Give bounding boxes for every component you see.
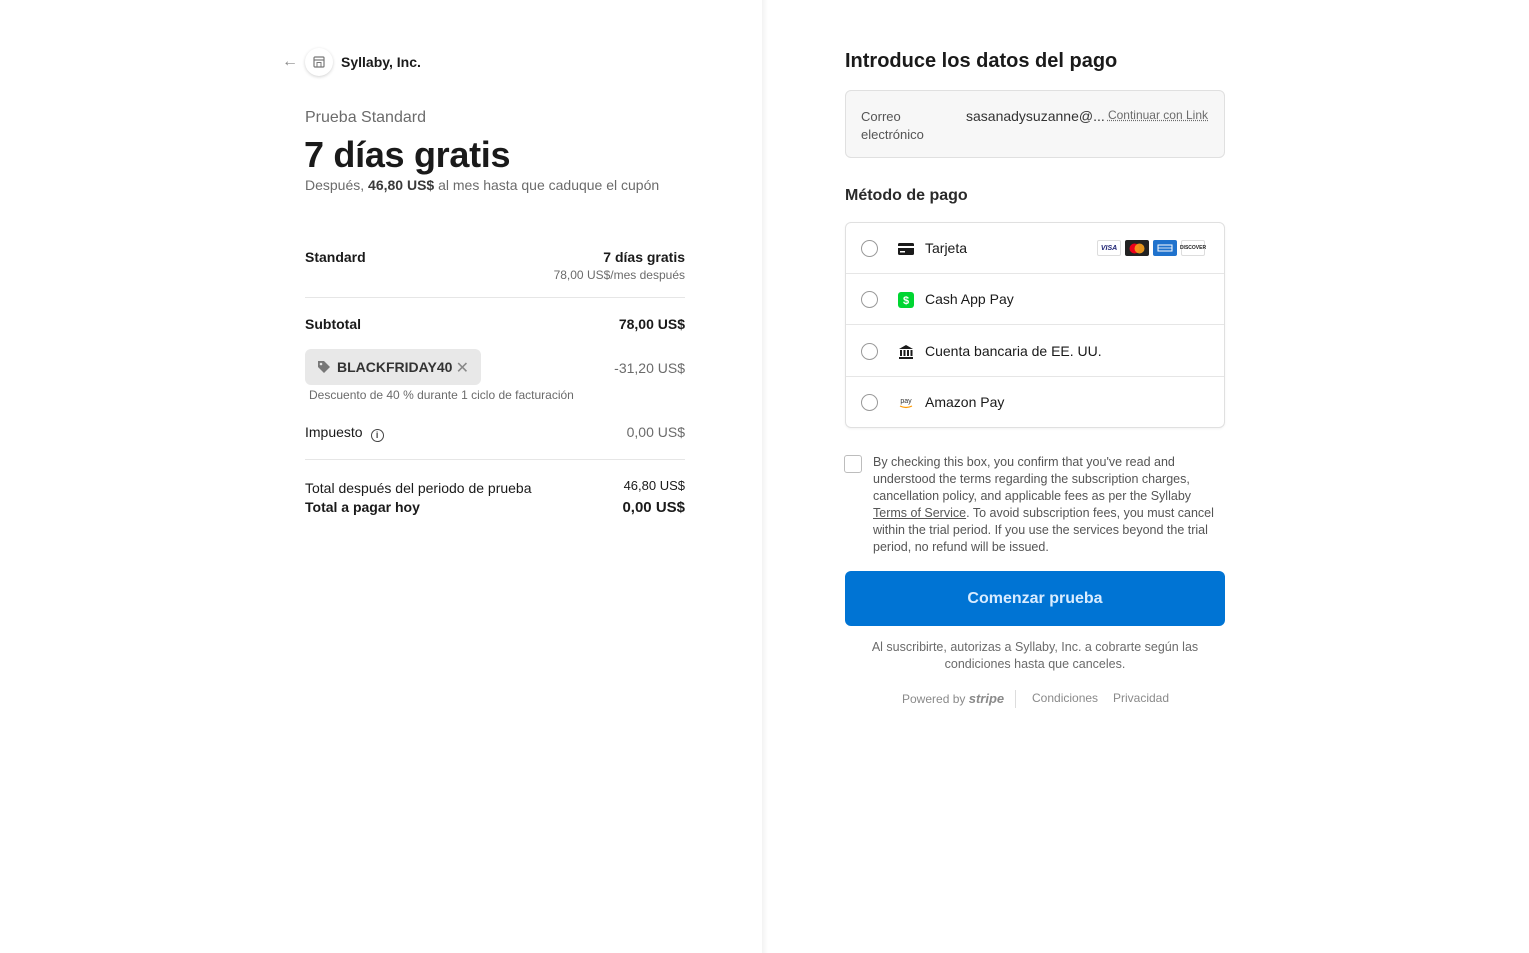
- discount-description: Descuento de 40 % durante 1 ciclo de fac…: [309, 388, 574, 402]
- line-item-price: 7 días gratis: [603, 249, 685, 265]
- tax-label: Impuesto: [305, 424, 363, 440]
- product-name: Prueba Standard: [305, 109, 426, 126]
- terms-of-service-link[interactable]: Terms of Service: [873, 506, 966, 520]
- total-after-trial-label: Total después del periodo de prueba: [305, 480, 532, 496]
- back-arrow-icon[interactable]: ←: [282, 53, 300, 71]
- method-label: Amazon Pay: [925, 394, 1005, 410]
- discount-value: -31,20 US$: [614, 360, 685, 376]
- total-after-trial-value: 46,80 US$: [623, 478, 685, 493]
- payment-method-cash-app[interactable]: $ Cash App Pay: [846, 274, 1224, 325]
- card-icon: [897, 240, 915, 258]
- cash-app-icon: $: [897, 291, 915, 309]
- info-icon[interactable]: i: [370, 429, 384, 442]
- tax-value: 0,00 US$: [626, 424, 685, 440]
- total-today-label: Total a pagar hoy: [305, 499, 420, 515]
- bank-icon: [897, 343, 915, 361]
- remove-coupon-icon[interactable]: ✕: [456, 358, 469, 378]
- legal-text: Al suscribirte, autorizas a Syllaby, Inc…: [871, 640, 1199, 671]
- trial-headline: 7 días gratis: [304, 134, 511, 175]
- line-item-name: Standard: [305, 249, 366, 265]
- svg-text:pay: pay: [900, 398, 912, 405]
- discover-icon: DISCOVER: [1180, 240, 1206, 256]
- line-item-price-after: 78,00 US$/mes después: [553, 268, 685, 282]
- radio-button[interactable]: [861, 343, 878, 360]
- payment-method-card[interactable]: Tarjeta VISA DISCOVER: [846, 223, 1224, 274]
- payment-method-bank[interactable]: Cuenta bancaria de EE. UU.: [846, 326, 1224, 377]
- terms-link[interactable]: Condiciones: [1032, 691, 1098, 705]
- footer-divider: [1015, 690, 1016, 708]
- method-label: Tarjeta: [925, 240, 968, 256]
- method-label: Cash App Pay: [925, 291, 1014, 307]
- terms-text: By checking this box, you confirm that y…: [873, 455, 1214, 554]
- radio-button[interactable]: [861, 291, 878, 308]
- email-label: Correo electrónico: [861, 109, 924, 142]
- total-today-value: 0,00 US$: [622, 499, 685, 516]
- mastercard-icon: [1125, 240, 1149, 256]
- payment-title: Introduce los datos del pago: [845, 50, 1118, 72]
- divider: [305, 297, 685, 298]
- payment-method-title: Método de pago: [845, 187, 968, 204]
- card-brands: VISA DISCOVER: [1097, 240, 1206, 256]
- trial-subline: Después, 46,80 US$ al mes hasta que cadu…: [305, 177, 660, 193]
- store-icon: [305, 48, 333, 76]
- amex-icon: [1153, 240, 1177, 256]
- email-field[interactable]: Correo electrónico sasanadysuzanne@... C…: [845, 90, 1225, 158]
- stripe-logo: stripe: [968, 691, 1005, 706]
- coupon-code: BLACKFRIDAY40: [337, 359, 453, 375]
- visa-icon: VISA: [1097, 240, 1121, 256]
- amazon-pay-icon: pay: [897, 394, 915, 412]
- payment-method-amazon-pay[interactable]: pay Amazon Pay: [846, 377, 1224, 428]
- terms-checkbox[interactable]: [844, 455, 862, 473]
- powered-by-stripe[interactable]: Powered by stripe: [902, 691, 1004, 706]
- radio-button[interactable]: [861, 394, 878, 411]
- coupon-chip: BLACKFRIDAY40 ✕: [305, 349, 481, 385]
- footer: Powered by stripe Condiciones Privacidad: [845, 690, 1225, 708]
- continue-with-link-button[interactable]: Continuar con Link: [1108, 108, 1208, 122]
- privacy-link[interactable]: Privacidad: [1113, 691, 1169, 705]
- svg-text:$: $: [903, 295, 909, 307]
- radio-button[interactable]: [861, 240, 878, 257]
- subtotal-label: Subtotal: [305, 316, 361, 332]
- start-trial-button[interactable]: Comenzar prueba: [845, 571, 1225, 626]
- subtotal-value: 78,00 US$: [618, 316, 685, 332]
- payment-methods-list: Tarjeta VISA DISCOVER $ Cash App Pay Cue…: [845, 222, 1225, 428]
- email-value[interactable]: sasanadysuzanne@...: [966, 108, 1105, 124]
- tag-icon: [318, 361, 330, 373]
- method-label: Cuenta bancaria de EE. UU.: [925, 343, 1102, 359]
- merchant-name: Syllaby, Inc.: [341, 54, 421, 70]
- divider: [305, 459, 685, 460]
